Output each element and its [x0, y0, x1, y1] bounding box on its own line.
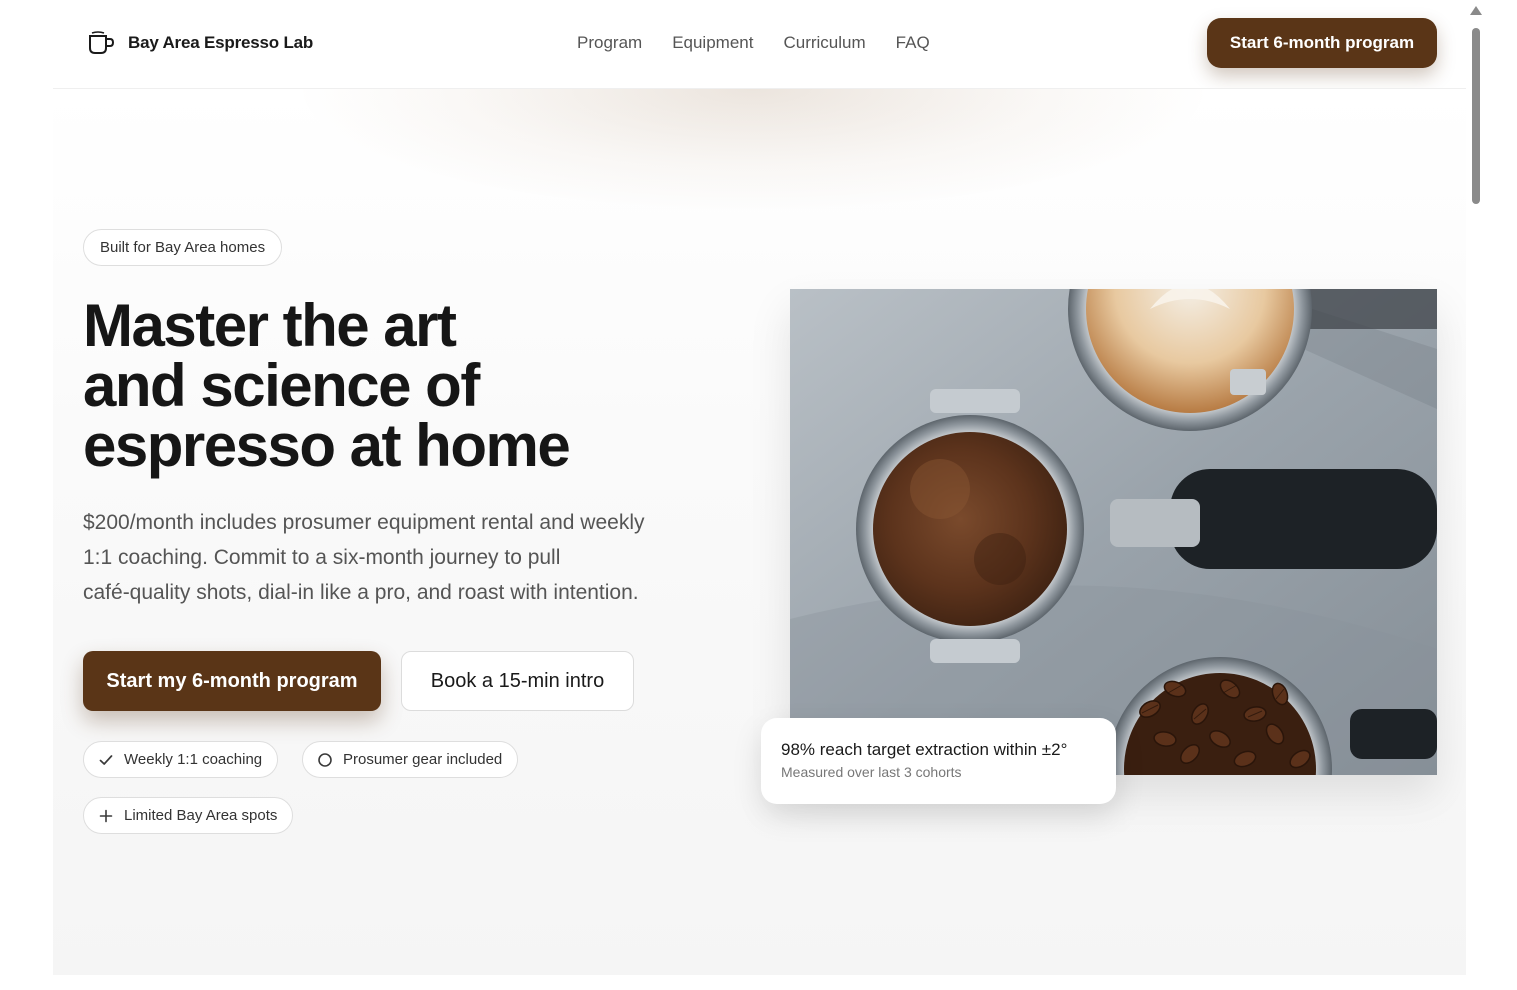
nav-item-faq[interactable]: FAQ	[896, 33, 930, 53]
hero-photo	[790, 289, 1437, 775]
hero-subcopy: $200/month includes prosumer equipment r…	[83, 505, 733, 610]
feature-chip-coaching: Weekly 1:1 coaching	[83, 741, 279, 778]
start-program-button[interactable]: Start my 6-month program	[83, 651, 381, 711]
stat-title: 98% reach target extraction within ±2°	[781, 740, 1068, 759]
headline-line-1: Master the art	[83, 292, 457, 359]
headline-line-3: espresso at home	[83, 412, 571, 479]
chip-label: Prosumer gear included	[343, 751, 503, 768]
hero-headline: Master the art and science of espresso a…	[83, 296, 723, 476]
nav-item-program[interactable]: Program	[577, 33, 642, 53]
book-intro-button[interactable]: Book a 15-min intro	[401, 651, 634, 711]
extraction-stat-card: 98% reach target extraction within ±2° M…	[761, 718, 1116, 804]
cup-icon	[89, 31, 115, 54]
header-start-program-button[interactable]: Start 6-month program	[1207, 18, 1437, 68]
subcopy-line-1: $200/month includes prosumer equipment r…	[83, 511, 645, 534]
nav-item-curriculum[interactable]: Curriculum	[783, 33, 865, 53]
brand-name: Bay Area Espresso Lab	[128, 33, 314, 52]
feature-chip-gear: Prosumer gear included	[302, 741, 519, 778]
circle-icon	[318, 752, 332, 767]
plus-icon	[99, 809, 113, 822]
brand[interactable]: Bay Area Espresso Lab	[86, 30, 313, 56]
nav-item-equipment[interactable]: Equipment	[672, 33, 753, 53]
check-icon	[99, 754, 113, 765]
chip-label: Weekly 1:1 coaching	[124, 751, 263, 768]
headline-line-2: and science of	[83, 352, 480, 419]
feature-chip-spots: Limited Bay Area spots	[83, 797, 294, 834]
subcopy-line-2: 1:1 coaching. Commit to a six-month jour…	[83, 546, 561, 569]
scroll-up-arrow-icon[interactable]	[1470, 6, 1482, 15]
main-nav: Program Equipment Curriculum FAQ	[577, 33, 930, 53]
hero-glow	[303, 89, 1203, 209]
stat-subtitle: Measured over last 3 cohorts	[781, 764, 962, 780]
scrollbar-thumb[interactable]	[1472, 28, 1480, 204]
site-header: Bay Area Espresso Lab Program Equipment …	[0, 0, 1466, 88]
chip-label: Limited Bay Area spots	[124, 807, 278, 824]
location-badge: Built for Bay Area homes	[83, 229, 283, 266]
espresso-portafilter-illustration	[790, 289, 1437, 775]
subcopy-line-3: café-quality shots, dial-in like a pro, …	[83, 581, 639, 604]
